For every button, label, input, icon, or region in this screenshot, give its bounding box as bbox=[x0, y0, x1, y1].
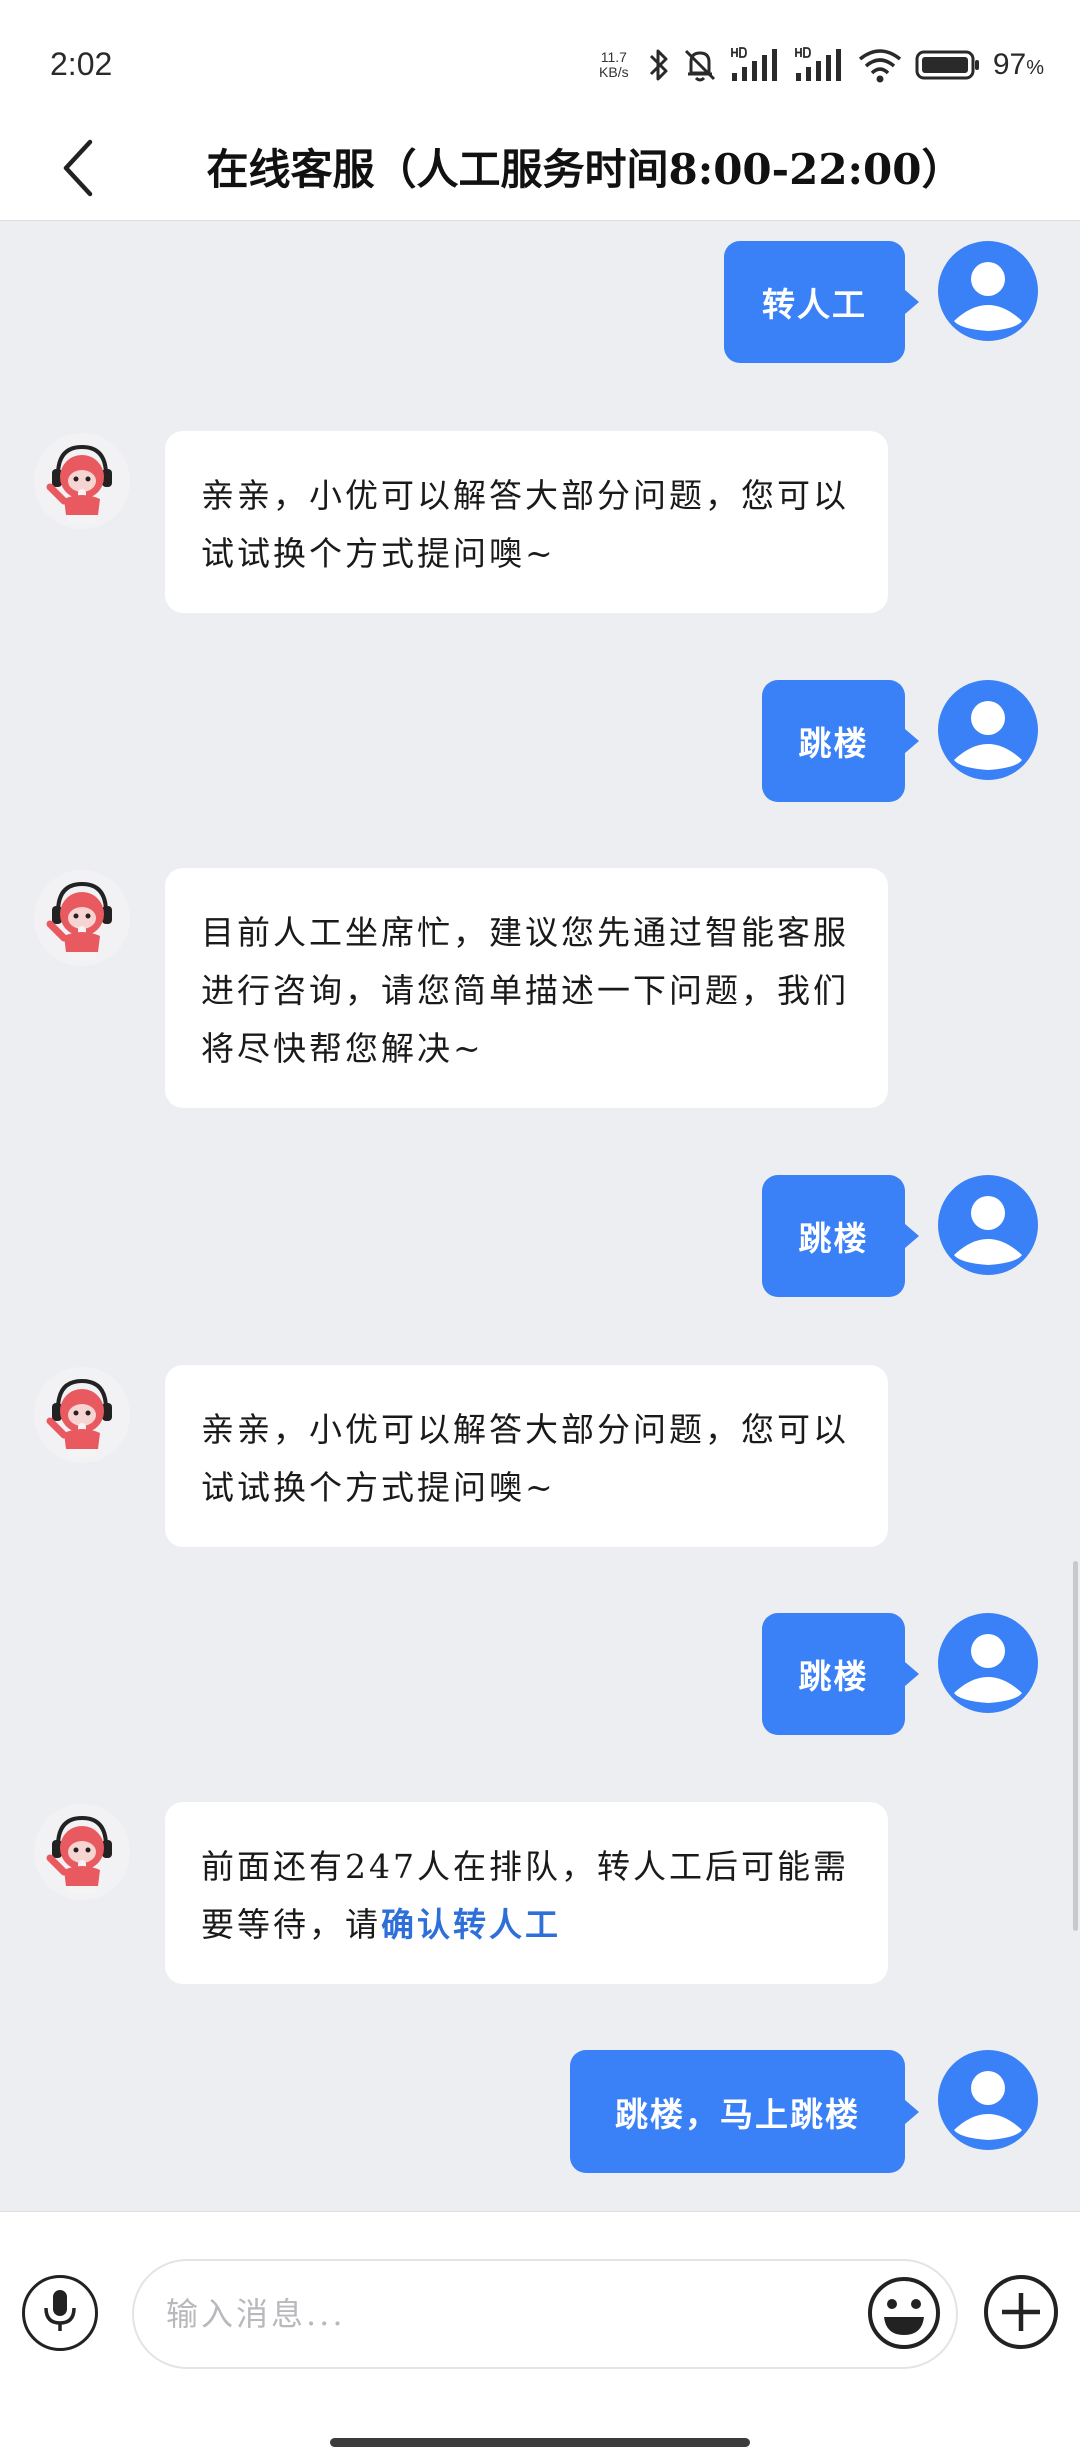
page-title: 在线客服（人工服务时间8:00-22:00） bbox=[206, 145, 964, 194]
message-text: 亲亲，小优可以解答大部分问题，您可以试试换个方式提问噢~ bbox=[201, 476, 849, 573]
user-message-bubble: 转人工 bbox=[724, 241, 919, 363]
emoji-button[interactable] bbox=[866, 2277, 942, 2353]
user-avatar[interactable] bbox=[938, 1613, 1038, 1713]
network-speed: 11.7 KB/s bbox=[593, 50, 635, 80]
bot-avatar[interactable] bbox=[34, 1804, 130, 1900]
plus-icon bbox=[982, 2273, 1060, 2355]
user-avatar[interactable] bbox=[938, 1175, 1038, 1275]
microphone-icon bbox=[40, 2288, 80, 2338]
network-speed-value: 11.7 bbox=[600, 49, 627, 65]
battery-percent-unit: % bbox=[1026, 57, 1044, 79]
user-silhouette-icon bbox=[954, 1196, 1022, 1265]
header-bar: 在线客服（人工服务时间8:00-22:00） bbox=[0, 120, 1080, 221]
chevron-left-icon bbox=[60, 138, 96, 202]
message-text: 跳楼，马上跳楼 bbox=[615, 2094, 860, 2134]
mute-bell-icon bbox=[683, 47, 717, 83]
user-silhouette-icon bbox=[954, 1634, 1022, 1703]
user-silhouette-icon bbox=[954, 2071, 1022, 2140]
bot-avatar[interactable] bbox=[34, 1367, 130, 1463]
user-avatar[interactable] bbox=[938, 241, 1038, 341]
back-button[interactable] bbox=[48, 132, 108, 208]
scrollbar[interactable] bbox=[1073, 1561, 1078, 1931]
bot-avatar[interactable] bbox=[34, 870, 130, 966]
hd-signal-icon bbox=[793, 45, 845, 85]
message-text: 跳楼 bbox=[798, 1219, 869, 1258]
message-text: 跳楼 bbox=[798, 1657, 869, 1696]
message-text: 亲亲，小优可以解答大部分问题，您可以试试换个方式提问噢~ bbox=[201, 1410, 849, 1507]
home-indicator[interactable] bbox=[330, 2438, 750, 2447]
wifi-icon bbox=[857, 47, 903, 83]
status-bar: 2:02 11.7 KB/s 97% bbox=[0, 0, 1080, 120]
bot-message-bubble: 目前人工坐席忙，建议您先通过智能客服进行咨询，请您简单描述一下问题，我们将尽快帮… bbox=[165, 868, 888, 1108]
user-avatar[interactable] bbox=[938, 680, 1038, 780]
battery-icon bbox=[915, 48, 981, 82]
robot-mascot-icon bbox=[46, 881, 112, 960]
user-message-bubble: 跳楼，马上跳楼 bbox=[570, 2050, 919, 2173]
emoji-icon bbox=[866, 2275, 942, 2355]
user-silhouette-icon bbox=[954, 701, 1022, 770]
robot-mascot-icon bbox=[46, 444, 112, 523]
message-text: 目前人工坐席忙，建议您先通过智能客服进行咨询，请您简单描述一下问题，我们将尽快帮… bbox=[201, 913, 849, 1068]
user-message-bubble: 跳楼 bbox=[762, 1613, 919, 1735]
message-text: 转人工 bbox=[762, 285, 867, 324]
message-input[interactable] bbox=[132, 2259, 958, 2369]
robot-mascot-icon bbox=[46, 1815, 112, 1894]
bot-message-bubble: 亲亲，小优可以解答大部分问题，您可以试试换个方式提问噢~ bbox=[165, 1365, 888, 1547]
bot-message-bubble: 前面还有247人在排队，转人工后可能需要等待，请确认转人工 bbox=[165, 1802, 888, 1984]
confirm-transfer-link[interactable]: 确认转人工 bbox=[381, 1905, 561, 1944]
user-silhouette-icon bbox=[954, 262, 1022, 331]
voice-input-button[interactable] bbox=[22, 2275, 98, 2351]
message-text: 跳楼 bbox=[798, 724, 869, 763]
user-message-bubble: 跳楼 bbox=[762, 1175, 919, 1297]
bot-avatar[interactable] bbox=[34, 433, 130, 529]
more-options-button[interactable] bbox=[982, 2275, 1060, 2353]
battery-percent-value: 97 bbox=[992, 48, 1027, 81]
network-speed-unit: KB/s bbox=[599, 64, 629, 80]
user-message-bubble: 跳楼 bbox=[762, 680, 919, 802]
input-bar bbox=[0, 2211, 1080, 2461]
robot-mascot-icon bbox=[46, 1378, 112, 1457]
status-icons: 11.7 KB/s 97% bbox=[593, 40, 1044, 90]
chat-area[interactable]: 转人工 亲亲，小优可以解答大部分问题，您可以试试换个方式提问噢~ 跳楼 目前人工… bbox=[0, 221, 1080, 2211]
battery-percentage: 97% bbox=[993, 48, 1044, 82]
hd-signal-icon bbox=[729, 45, 781, 85]
bot-message-bubble: 亲亲，小优可以解答大部分问题，您可以试试换个方式提问噢~ bbox=[165, 431, 888, 613]
user-avatar[interactable] bbox=[938, 2050, 1038, 2150]
bluetooth-icon bbox=[647, 47, 671, 83]
status-time: 2:02 bbox=[50, 46, 113, 82]
